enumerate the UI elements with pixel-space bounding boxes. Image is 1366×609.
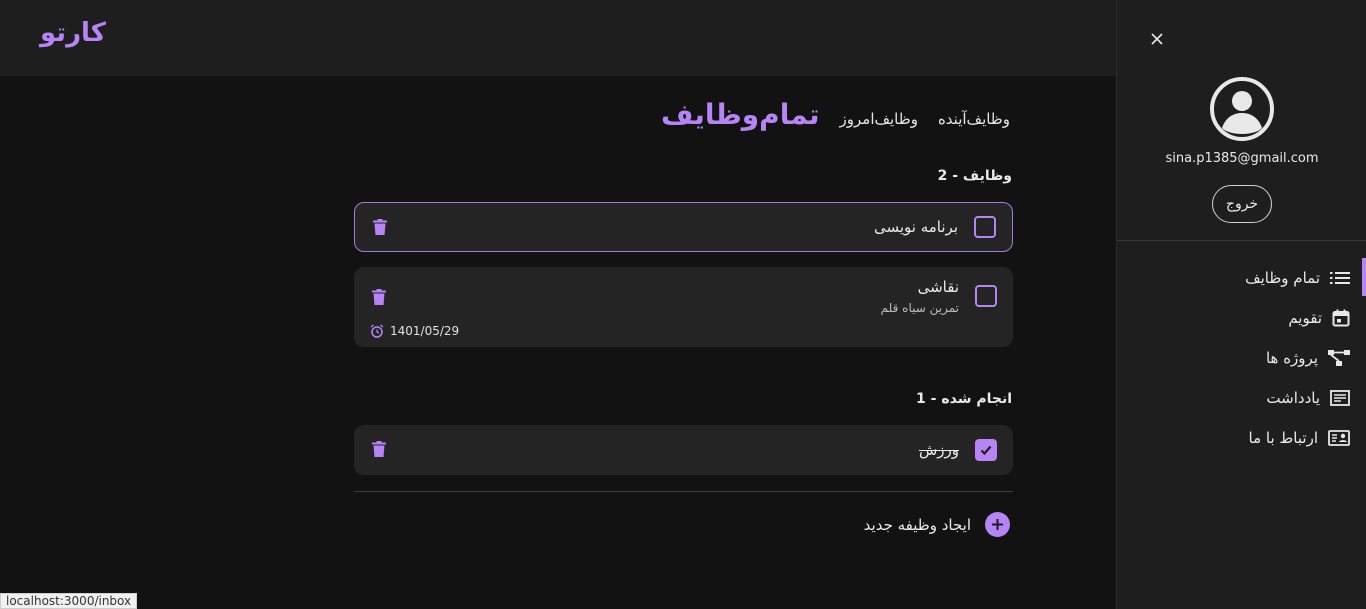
contact-icon: [1328, 430, 1350, 446]
task-checkbox-checked[interactable]: [975, 439, 997, 461]
task-due-date: 1401/05/29: [370, 324, 459, 338]
sidebar-divider: [1117, 240, 1366, 241]
calendar-icon: [1332, 309, 1350, 327]
view-tabs: تمام‌وظایف وظایف‌امروز وظایف‌آینده: [661, 98, 1010, 131]
done-task-item[interactable]: ورزش: [354, 425, 1013, 475]
tasks-section-title: وظایف - 2: [937, 168, 1012, 184]
task-checkbox[interactable]: [974, 216, 996, 238]
sidebar-item-label: ارتباط با ما: [1248, 429, 1318, 447]
task-item[interactable]: برنامه نویسی: [354, 202, 1013, 252]
add-task-button[interactable]: ایجاد وظیفه جدید: [864, 512, 1010, 537]
done-section-title: انجام شده - 1: [916, 391, 1012, 407]
task-checkbox[interactable]: [975, 285, 997, 307]
plus-icon: [985, 512, 1010, 537]
sidebar-nav: تمام وظایف تقویم پروژه ها یادداشت ارتباط…: [1116, 258, 1366, 458]
sidebar-item-projects[interactable]: پروژه ها: [1116, 338, 1366, 378]
user-email: sina.p1385@gmail.com: [1165, 151, 1319, 166]
status-bar-url: localhost:3000/inbox: [0, 593, 138, 609]
trash-icon[interactable]: [372, 441, 386, 457]
sidebar-item-contact[interactable]: ارتباط با ما: [1116, 418, 1366, 458]
app-logo[interactable]: کارتو: [40, 18, 106, 48]
add-task-label: ایجاد وظیفه جدید: [863, 515, 971, 534]
top-bar: کارتو: [0, 0, 1116, 76]
sidebar-item-notes[interactable]: یادداشت: [1116, 378, 1366, 418]
main-content: تمام‌وظایف وظایف‌امروز وظایف‌آینده وظایف…: [0, 76, 1116, 609]
sidebar-item-all-tasks[interactable]: تمام وظایف: [1116, 258, 1366, 298]
trash-icon[interactable]: [373, 219, 387, 235]
project-icon: [1328, 350, 1350, 366]
sidebar-item-label: تقویم: [1288, 309, 1322, 327]
trash-icon[interactable]: [372, 289, 386, 305]
note-icon: [1330, 390, 1350, 406]
tab-upcoming-tasks[interactable]: وظایف‌آینده: [938, 110, 1010, 128]
sidebar-item-label: تمام وظایف: [1245, 269, 1320, 287]
task-title: ورزش: [918, 441, 959, 459]
sidebar-item-label: پروژه ها: [1265, 349, 1318, 367]
sidebar-item-label: یادداشت: [1266, 389, 1320, 407]
task-title: برنامه نویسی: [873, 218, 958, 236]
task-description: تمرین سیاه قلم: [880, 301, 959, 315]
task-title: نقاشی: [917, 278, 959, 296]
close-icon[interactable]: [1149, 31, 1165, 47]
divider: [354, 491, 1013, 492]
logout-button[interactable]: خروج: [1212, 185, 1272, 223]
avatar: [1210, 77, 1274, 141]
sidebar-item-calendar[interactable]: تقویم: [1116, 298, 1366, 338]
tab-all-tasks[interactable]: تمام‌وظایف: [661, 98, 819, 131]
sidebar: sina.p1385@gmail.com خروج تمام وظایف تقو…: [1116, 0, 1366, 609]
alarm-clock-icon: [370, 324, 384, 338]
tab-today-tasks[interactable]: وظایف‌امروز: [840, 110, 918, 128]
check-icon: [980, 445, 992, 456]
task-date-text: 1401/05/29: [390, 324, 460, 338]
task-item[interactable]: نقاشی تمرین سیاه قلم 1401/05/29: [354, 267, 1013, 347]
list-icon: [1330, 272, 1350, 284]
